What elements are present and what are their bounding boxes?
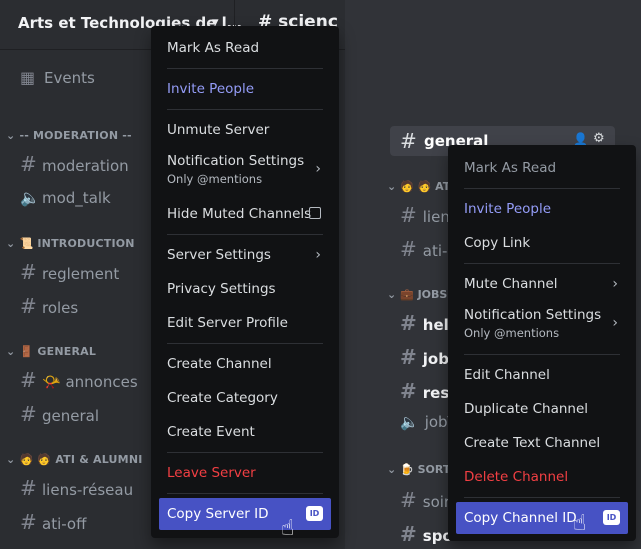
calendar-icon: ▦ <box>20 68 36 87</box>
menu-item-hide-muted-channels[interactable]: Hide Muted Channels <box>159 198 331 230</box>
menu-item-notification-settings[interactable]: Notification Settings Only @mentions › <box>456 302 628 346</box>
menu-divider <box>167 343 323 344</box>
gear-icon[interactable]: ⚙ <box>593 131 605 146</box>
hash-icon: # <box>400 203 417 227</box>
menu-item-mark-as-read[interactable]: Mark As Read <box>159 32 331 64</box>
chevron-right-icon: › <box>612 276 618 292</box>
hash-icon: # <box>400 488 417 512</box>
menu-divider <box>167 234 323 235</box>
category-ati-alumni[interactable]: ⌄ 🧑 🧑 ATI & ALUMNI <box>6 453 143 466</box>
menu-divider <box>167 109 323 110</box>
menu-item-copy-server-id[interactable]: Copy Server ID ID <box>159 498 331 530</box>
menu-item-leave-server[interactable]: Leave Server <box>159 457 331 489</box>
menu-item-invite-people[interactable]: Invite People <box>456 193 628 225</box>
menu-divider <box>167 493 323 494</box>
menu-item-mark-as-read[interactable]: Mark As Read <box>456 152 628 184</box>
menu-item-edit-server-profile[interactable]: Edit Server Profile <box>159 307 331 339</box>
menu-item-notification-settings[interactable]: Notification Settings Only @mentions › <box>159 148 331 192</box>
checkbox[interactable] <box>309 207 321 219</box>
voice-icon: 🔈 <box>400 413 419 431</box>
channel-resi[interactable]: # resi <box>400 379 454 403</box>
channel-ati[interactable]: # ati- <box>400 237 447 261</box>
menu-item-create-category[interactable]: Create Category <box>159 382 331 414</box>
menu-item-create-event[interactable]: Create Event <box>159 416 331 448</box>
channel-roles[interactable]: # roles <box>20 293 78 319</box>
id-badge-icon: ID <box>306 506 323 521</box>
menu-divider <box>464 263 620 264</box>
chevron-right-icon: › <box>612 315 618 331</box>
menu-item-copy-link[interactable]: Copy Link <box>456 227 628 259</box>
hash-icon: # <box>20 402 37 426</box>
channel-moderation[interactable]: # moderation <box>20 151 129 177</box>
server-context-menu: Mark As Read Invite People Unmute Server… <box>151 26 339 538</box>
chevron-down-icon: ⌄ <box>6 345 20 358</box>
menu-item-create-text-channel[interactable]: Create Text Channel <box>456 427 628 459</box>
menu-item-invite-people[interactable]: Invite People <box>159 73 331 105</box>
category-at[interactable]: ⌄ 🧑 🧑 AT <box>387 180 450 193</box>
menu-item-duplicate-channel[interactable]: Duplicate Channel <box>456 393 628 425</box>
category-introduction[interactable]: ⌄ 📜 INTRODUCTION <box>6 237 135 250</box>
hand-cursor-icon: ☝ <box>573 511 587 536</box>
chevron-down-icon: ⌄ <box>6 453 20 466</box>
channel-ati-off[interactable]: # ati-off <box>20 509 86 535</box>
category-jobs[interactable]: ⌄ 💼 JOBS <box>387 288 447 301</box>
hash-icon: # <box>400 522 417 546</box>
hash-icon: # <box>20 260 37 284</box>
channel-soir[interactable]: # soir <box>400 488 450 512</box>
category-moderation[interactable]: ⌄ -- MODERATION -- <box>6 129 132 142</box>
chevron-down-icon: ⌄ <box>6 129 20 142</box>
locked-hash-icon: # <box>20 152 37 176</box>
chevron-right-icon: › <box>315 161 321 177</box>
menu-item-delete-channel[interactable]: Delete Channel <box>456 461 628 493</box>
hash-icon: # <box>20 510 37 534</box>
hash-icon: # <box>20 368 37 392</box>
menu-item-unmute-server[interactable]: Unmute Server <box>159 114 331 146</box>
menu-item-edit-channel[interactable]: Edit Channel <box>456 359 628 391</box>
chevron-right-icon: › <box>315 247 321 263</box>
menu-item-copy-channel-id[interactable]: Copy Channel ID ID <box>456 502 628 534</box>
menu-divider <box>464 497 620 498</box>
hash-icon: # <box>400 379 417 403</box>
hash-icon: # <box>20 476 37 500</box>
hash-icon: # <box>400 345 417 369</box>
hand-cursor-icon: ☝ <box>281 516 295 541</box>
add-user-icon[interactable]: 👤 <box>573 132 588 146</box>
category-sort[interactable]: ⌄ 🍺 SORT <box>387 463 450 476</box>
hash-icon: # <box>400 311 417 335</box>
id-badge-icon: ID <box>603 510 620 525</box>
channel-liens-reseau[interactable]: # liens-réseau <box>20 475 133 501</box>
channel-general[interactable]: # general <box>20 401 99 427</box>
menu-item-server-settings[interactable]: Server Settings › <box>159 239 331 271</box>
category-general[interactable]: ⌄ 🚪 GENERAL <box>6 345 96 358</box>
channel-mod-talk[interactable]: 🔈 mod_talk <box>20 185 111 211</box>
channel-context-menu: Mark As Read Invite People Copy Link Mut… <box>448 145 636 541</box>
menu-divider <box>167 68 323 69</box>
menu-item-privacy-settings[interactable]: Privacy Settings <box>159 273 331 305</box>
menu-item-create-channel[interactable]: Create Channel <box>159 348 331 380</box>
chevron-down-icon: ⌄ <box>6 237 20 250</box>
sidebar-item-events[interactable]: ▦ Events <box>20 65 95 91</box>
hash-icon: # <box>400 129 417 153</box>
hash-icon: # <box>20 294 37 318</box>
channel-spo[interactable]: # spo <box>400 522 453 546</box>
hash-icon: # <box>400 237 417 261</box>
voice-icon: 🔈 <box>20 188 40 207</box>
channel-annonces[interactable]: # 📯 annonces <box>20 367 138 393</box>
menu-divider <box>464 354 620 355</box>
menu-item-mute-channel[interactable]: Mute Channel › <box>456 268 628 300</box>
channel-reglement[interactable]: # reglement <box>20 259 119 285</box>
menu-divider <box>167 452 323 453</box>
menu-divider <box>464 188 620 189</box>
channel-lien[interactable]: # lien <box>400 203 450 227</box>
